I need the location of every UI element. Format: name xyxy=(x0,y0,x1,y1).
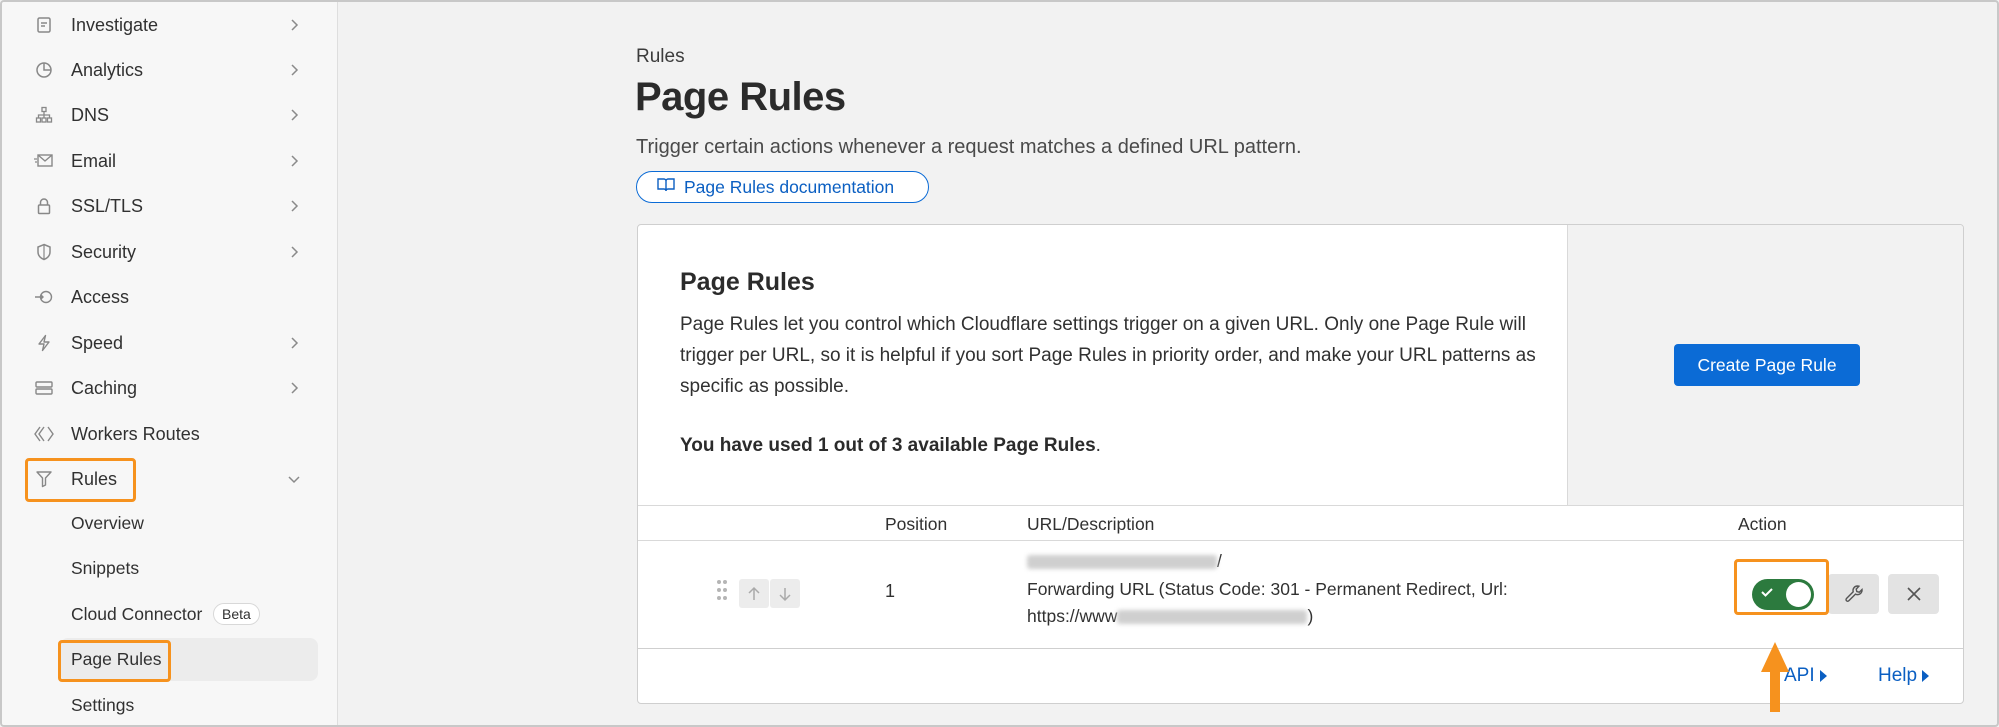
lock-icon xyxy=(33,195,55,217)
move-down-button[interactable] xyxy=(770,579,800,608)
sidebar-item-label: Access xyxy=(71,286,130,307)
sidebar-item-security[interactable]: Security xyxy=(2,232,338,272)
move-up-button[interactable] xyxy=(739,579,769,608)
sidebar-subitem-snippets[interactable]: Snippets xyxy=(2,548,338,588)
sidebar-item-label: Security xyxy=(71,241,137,262)
column-header-action: Action xyxy=(1738,514,1787,534)
sidebar-item-label: Email xyxy=(71,150,117,171)
caching-icon xyxy=(33,377,55,399)
sidebar-item-label: Overview xyxy=(71,513,144,533)
sidebar-subitem-cloud-connector[interactable]: Cloud Connector Beta xyxy=(2,594,338,634)
desc-prefix: https://www xyxy=(1027,606,1118,626)
desc-suffix: ) xyxy=(1307,606,1314,626)
caret-right-icon xyxy=(1922,670,1930,682)
sidebar-item-label: SSL/TLS xyxy=(71,195,144,216)
delete-rule-button[interactable] xyxy=(1888,574,1939,614)
chevron-right-icon xyxy=(286,17,302,33)
shield-icon xyxy=(33,241,55,263)
sidebar-item-ssl-tls[interactable]: SSL/TLS xyxy=(2,186,338,226)
sidebar-item-label: Settings xyxy=(71,695,135,715)
redacted-text xyxy=(1117,610,1308,625)
annotation-arrow-icon xyxy=(1761,642,1789,712)
sidebar-item-speed[interactable]: Speed xyxy=(2,323,338,363)
help-link-label: Help xyxy=(1878,665,1918,686)
chevron-right-icon xyxy=(286,153,302,169)
sidebar-item-workers-routes[interactable]: Workers Routes xyxy=(2,414,338,454)
table-row: 1 / Forwarding URL (Status Code: 301 - P… xyxy=(638,541,1963,649)
usage-count: You have used 1 out of 3 available Page … xyxy=(680,435,1096,456)
page-title: Page Rules xyxy=(635,75,846,119)
toggle-highlight-box xyxy=(1734,559,1829,615)
documentation-link[interactable]: Page Rules documentation xyxy=(636,171,929,203)
caret-right-icon xyxy=(1819,670,1827,682)
sidebar-item-label: DNS xyxy=(71,104,110,125)
info-text: Page Rules let you control which Cloudfl… xyxy=(680,314,1536,397)
sidebar-item-caching[interactable]: Caching xyxy=(2,368,338,408)
chevron-right-icon xyxy=(286,107,302,123)
create-panel: Create Page Rule xyxy=(1567,225,1963,505)
rule-url[interactable]: / xyxy=(1027,551,1222,572)
sidebar-subitem-overview[interactable]: Overview xyxy=(2,503,338,543)
chevron-down-icon xyxy=(286,471,302,487)
url-suffix: / xyxy=(1217,551,1222,571)
sidebar-item-investigate[interactable]: Investigate xyxy=(2,5,338,45)
help-link[interactable]: Help xyxy=(1878,665,1930,687)
workers-icon xyxy=(33,423,55,445)
redacted-text xyxy=(1027,555,1217,570)
chevron-right-icon xyxy=(286,244,302,260)
column-header-position: Position xyxy=(885,514,948,534)
book-icon xyxy=(657,177,675,198)
arrow-up-icon xyxy=(748,586,760,600)
rule-position: 1 xyxy=(885,581,896,601)
documentation-link-label: Page Rules documentation xyxy=(684,176,895,197)
sidebar-item-email[interactable]: Email xyxy=(2,141,338,181)
sidebar-item-label: Analytics xyxy=(71,59,144,80)
close-icon xyxy=(1906,587,1921,601)
sidebar-item-label: Cloud Connector xyxy=(71,604,203,624)
beta-badge: Beta xyxy=(213,603,260,625)
breadcrumb: Rules xyxy=(636,46,685,67)
analytics-icon xyxy=(33,59,55,81)
usage-end: . xyxy=(1095,435,1101,456)
arrow-down-icon xyxy=(779,587,791,601)
chevron-right-icon xyxy=(286,335,302,351)
investigate-icon xyxy=(33,14,55,36)
sidebar-item-dns[interactable]: DNS xyxy=(2,95,338,135)
table-header: Position URL/Description Action xyxy=(638,505,1963,541)
dns-icon xyxy=(33,104,55,126)
edit-rule-button[interactable] xyxy=(1828,574,1879,614)
sidebar-item-label: Workers Routes xyxy=(71,423,200,444)
usage-text: You have used 1 out of 3 available Page … xyxy=(680,435,1101,457)
page-description: Trigger certain actions whenever a reque… xyxy=(636,136,1302,158)
sidebar: Investigate Analytics DNS Email SSL/TLS … xyxy=(2,2,338,725)
chevron-right-icon xyxy=(286,62,302,78)
rule-description-line2: https://www) xyxy=(1027,606,1313,627)
wrench-icon xyxy=(1844,585,1863,602)
chevron-right-icon xyxy=(286,198,302,214)
email-icon xyxy=(33,150,55,172)
sidebar-item-label: Snippets xyxy=(71,558,140,578)
rules-highlight-box xyxy=(25,458,136,502)
access-icon xyxy=(33,286,55,308)
sidebar-item-label: Speed xyxy=(71,332,124,353)
sidebar-item-label: Investigate xyxy=(71,14,159,35)
info-title: Page Rules xyxy=(680,268,815,296)
lightning-icon xyxy=(33,332,55,354)
drag-handle-icon[interactable] xyxy=(716,578,728,608)
create-page-rule-button[interactable]: Create Page Rule xyxy=(1674,344,1860,386)
column-header-url: URL/Description xyxy=(1027,514,1155,534)
chevron-right-icon xyxy=(286,380,302,396)
rule-description-line1: Forwarding URL (Status Code: 301 - Perma… xyxy=(1027,579,1508,599)
app-window: Investigate Analytics DNS Email SSL/TLS … xyxy=(0,0,1999,727)
sidebar-item-analytics[interactable]: Analytics xyxy=(2,50,338,90)
sidebar-item-label: Caching xyxy=(71,377,138,398)
sidebar-subitem-settings[interactable]: Settings xyxy=(2,685,338,725)
page-rules-card: Page Rules Page Rules let you control wh… xyxy=(637,224,1964,704)
sidebar-item-access[interactable]: Access xyxy=(2,277,338,317)
page-rules-highlight-box xyxy=(58,640,171,682)
